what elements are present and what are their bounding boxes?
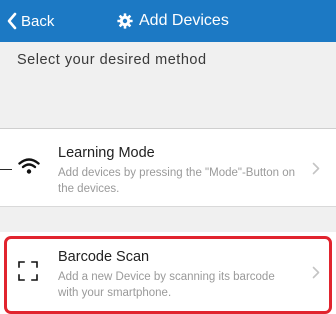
section-heading: Select your desired method <box>17 52 207 68</box>
section-gap <box>0 207 336 232</box>
back-label[interactable]: Back <box>21 13 54 30</box>
method-section-header: Select your desired method <box>0 42 336 129</box>
nav-header: Back Add Devices <box>0 0 336 42</box>
chevron-left-icon <box>7 12 17 30</box>
page-title: Add Devices <box>117 9 229 33</box>
chevron-right-icon <box>312 266 320 279</box>
gear-icon <box>117 13 133 29</box>
page-title-label: Add Devices <box>139 12 229 29</box>
barcode-scan-item[interactable]: Barcode Scan Add a new Device by scannin… <box>0 232 336 313</box>
wifi-icon <box>18 158 40 174</box>
scan-frame-icon <box>18 261 38 281</box>
back-button[interactable]: Back <box>6 9 54 33</box>
chevron-right-icon <box>312 162 320 175</box>
learning-mode-description: Add devices by pressing the "Mode"-Butto… <box>58 167 296 195</box>
learning-mode-item[interactable]: Learning Mode Add devices by pressing th… <box>0 129 336 207</box>
barcode-scan-title: Barcode Scan <box>58 249 150 265</box>
learning-mode-title: Learning Mode <box>58 145 155 161</box>
barcode-scan-description: Add a new Device by scanning its barcode… <box>58 271 275 299</box>
annotation-line <box>0 169 12 170</box>
